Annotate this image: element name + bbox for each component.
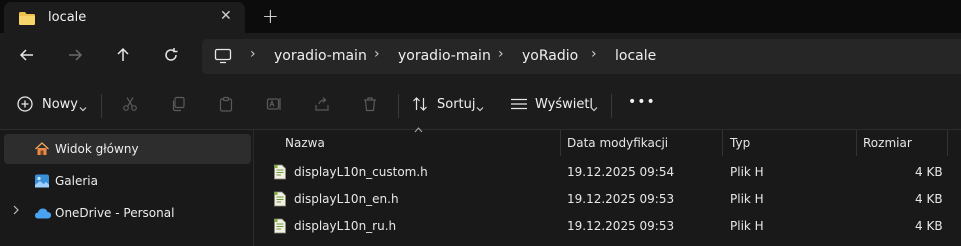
view-list-icon[interactable] — [510, 96, 528, 116]
add-circle-icon[interactable] — [17, 96, 33, 116]
file-name: displayL10n_ru.h — [294, 219, 397, 233]
chevron-down-icon[interactable] — [79, 98, 87, 117]
refresh-icon — [165, 48, 178, 61]
view-button[interactable]: Wyświetl — [535, 97, 593, 112]
column-header-type[interactable]: Typ — [730, 136, 750, 150]
arrow-up-icon — [117, 47, 129, 61]
divider — [611, 94, 612, 118]
breadcrumb-yoradio-main-1[interactable]: yoradio-main — [274, 48, 367, 64]
file-name: displayL10n_custom.h — [294, 165, 428, 179]
table-row[interactable]: displayL10n_ru.h 19.12.2025 09:53 Plik H… — [254, 213, 961, 239]
file-type: Plik H — [730, 219, 764, 233]
column-header-modified[interactable]: Data modyfikacji — [567, 136, 668, 150]
arrow-right-icon — [69, 49, 83, 61]
tab-bar: locale ✕ + — [0, 0, 961, 33]
chevron-right-icon[interactable] — [12, 205, 20, 218]
sidebar-item-gallery[interactable]: Galeria — [4, 166, 251, 196]
file-modified: 19.12.2025 09:53 — [567, 219, 675, 233]
folder-icon — [18, 11, 36, 30]
close-icon[interactable]: ✕ — [220, 8, 232, 24]
navigation-bar: › yoradio-main › yoradio-main › yoRadio … — [0, 33, 961, 80]
column-divider[interactable] — [560, 130, 561, 156]
column-divider[interactable] — [722, 130, 723, 156]
breadcrumb-separator[interactable]: › — [374, 46, 380, 62]
breadcrumb-locale[interactable]: locale — [615, 48, 656, 64]
refresh-button[interactable] — [163, 47, 179, 67]
file-modified: 19.12.2025 09:53 — [567, 192, 675, 206]
column-header-name[interactable]: Nazwa — [285, 136, 325, 150]
header-file-icon — [273, 218, 287, 238]
command-bar: Nowy Sortuj Wyświetl ••• — [0, 80, 961, 130]
tab-title: locale — [48, 10, 87, 25]
address-bar[interactable]: › yoradio-main › yoradio-main › yoRadio … — [202, 39, 961, 74]
column-header-size[interactable]: Rozmiar — [863, 136, 912, 150]
breadcrumb-separator[interactable]: › — [591, 46, 597, 62]
more-options-button[interactable]: ••• — [628, 94, 656, 110]
sidebar-item-onedrive[interactable]: OneDrive - Personal — [4, 198, 251, 228]
chevron-down-icon[interactable] — [590, 98, 598, 117]
breadcrumb-yoradio-main-2[interactable]: yoradio-main — [398, 48, 491, 64]
gallery-icon — [34, 173, 50, 193]
divider — [101, 94, 102, 118]
back-button[interactable] — [19, 47, 35, 67]
new-tab-button[interactable]: + — [262, 4, 279, 28]
arrow-left-icon — [19, 49, 33, 61]
forward-button[interactable] — [67, 47, 83, 67]
column-divider[interactable] — [856, 130, 857, 156]
divider — [398, 94, 399, 118]
delete-icon[interactable] — [362, 96, 378, 116]
breadcrumb-separator[interactable]: › — [498, 46, 504, 62]
cut-icon[interactable] — [122, 96, 138, 116]
file-modified: 19.12.2025 09:54 — [567, 165, 675, 179]
computer-icon — [214, 48, 232, 68]
sidebar-item-label: OneDrive - Personal — [55, 206, 175, 220]
sidebar-item-label: Galeria — [55, 174, 98, 188]
tab-locale[interactable]: locale ✕ — [4, 2, 245, 33]
sidebar-item-home[interactable]: Widok główny — [4, 134, 251, 164]
file-type: Plik H — [730, 165, 764, 179]
column-divider[interactable] — [947, 130, 948, 156]
up-button[interactable] — [115, 47, 131, 67]
home-icon — [34, 141, 50, 161]
breadcrumb-yoradio[interactable]: yoRadio — [522, 48, 578, 64]
rename-icon[interactable] — [266, 96, 282, 116]
copy-icon[interactable] — [170, 96, 186, 116]
file-size: 4 KB — [915, 192, 943, 206]
file-type: Plik H — [730, 192, 764, 206]
share-icon[interactable] — [314, 96, 330, 116]
header-file-icon — [273, 164, 287, 184]
navigation-pane: Widok główny Galeria OneDrive - Personal — [0, 130, 254, 246]
file-list: Nazwa Data modyfikacji Typ Rozmiar displ… — [254, 127, 961, 246]
sidebar-item-label: Widok główny — [55, 142, 139, 156]
file-name: displayL10n_en.h — [294, 192, 399, 206]
chevron-down-icon[interactable] — [476, 98, 484, 117]
table-row[interactable]: displayL10n_custom.h 19.12.2025 09:54 Pl… — [254, 159, 961, 185]
cloud-icon — [34, 205, 52, 224]
sort-ascending-icon — [414, 126, 423, 136]
file-size: 4 KB — [915, 219, 943, 233]
table-row[interactable]: displayL10n_en.h 19.12.2025 09:53 Plik H… — [254, 186, 961, 212]
new-button[interactable]: Nowy — [42, 97, 78, 112]
header-file-icon — [273, 191, 287, 211]
file-size: 4 KB — [915, 165, 943, 179]
sort-icon[interactable] — [412, 96, 428, 116]
sort-button[interactable]: Sortuj — [437, 97, 476, 112]
paste-icon[interactable] — [218, 96, 234, 116]
breadcrumb-separator: › — [250, 46, 256, 62]
